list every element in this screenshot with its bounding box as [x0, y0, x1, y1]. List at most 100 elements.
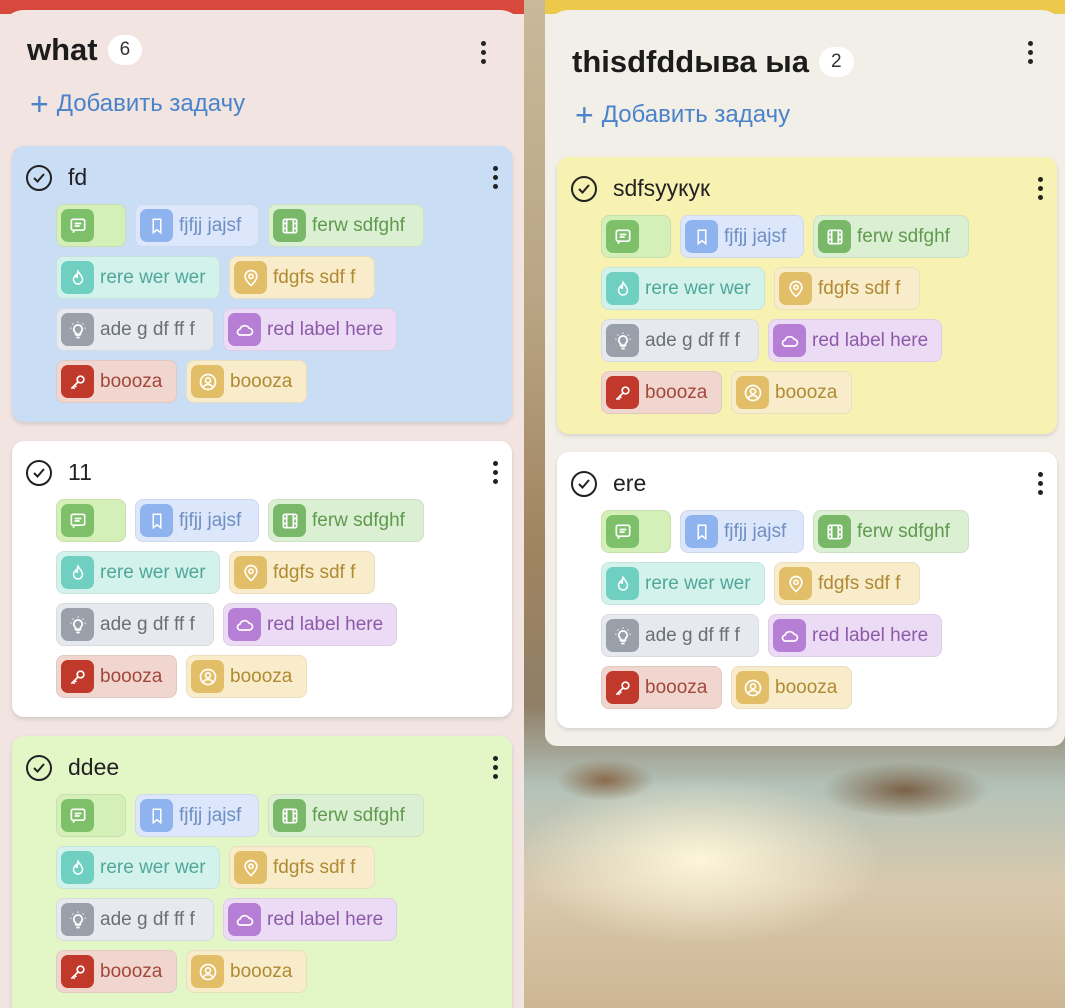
label-chip-film[interactable]: ferw sdfghf [268, 499, 424, 542]
card-menu-icon[interactable] [1038, 177, 1044, 200]
label-chip-bookmark[interactable]: fjfjj jajsf [135, 794, 259, 837]
bulb-icon [61, 903, 94, 936]
column-menu-icon[interactable] [481, 41, 487, 64]
card-menu-icon[interactable] [493, 756, 499, 779]
card-menu-icon[interactable] [1038, 472, 1044, 495]
film-icon [818, 515, 851, 548]
label-chip-user[interactable]: boooza [186, 655, 307, 698]
label-chip-cloud[interactable]: red label here [768, 319, 942, 362]
label-text: boooza [100, 960, 163, 982]
label-chip-key[interactable]: boooza [56, 950, 177, 993]
complete-check-icon[interactable] [571, 470, 597, 497]
key-icon [61, 365, 94, 398]
card-title: ere [613, 470, 647, 496]
comment-icon [606, 220, 639, 253]
label-chip-cloud[interactable]: red label here [223, 308, 397, 351]
task-card[interactable]: ere fjfjj jajsf ferw sdfghf rere wer wer fdg… [557, 452, 1057, 728]
label-chip-fire[interactable]: rere wer wer [601, 267, 765, 310]
label-text: ade g df ff f [100, 613, 195, 635]
label-chip-film[interactable]: ferw sdfghf [813, 215, 969, 258]
label-chip-key[interactable]: boooza [601, 371, 722, 414]
label-chip-bookmark[interactable]: fjfjj jajsf [135, 204, 259, 247]
user-icon [736, 376, 769, 409]
label-chip-cloud[interactable]: red label here [223, 898, 397, 941]
label-chip-film[interactable]: ferw sdfghf [268, 204, 424, 247]
pin-icon [234, 261, 267, 294]
column-accent-bar [0, 0, 524, 40]
label-chip-bookmark[interactable]: fjfjj jajsf [680, 510, 804, 553]
card-title: ddee [68, 754, 120, 780]
label-chip-key[interactable]: boooza [56, 360, 177, 403]
comments-chip[interactable] [56, 499, 126, 542]
complete-check-icon[interactable] [571, 175, 597, 202]
card-menu-icon[interactable] [493, 166, 499, 189]
key-icon [606, 376, 639, 409]
label-chip-pin[interactable]: fdgfs sdf f [229, 256, 375, 299]
label-chip-cloud[interactable]: red label here [768, 614, 942, 657]
label-chip-bulb[interactable]: ade g df ff f [56, 603, 214, 646]
film-icon [273, 504, 306, 537]
label-chip-user[interactable]: boooza [186, 360, 307, 403]
label-chip-pin[interactable]: fdgfs sdf f [229, 846, 375, 889]
label-chip-fire[interactable]: rere wer wer [56, 846, 220, 889]
add-task-button[interactable]: + Добавить задачу [575, 99, 790, 131]
bulb-icon [61, 608, 94, 641]
comments-chip[interactable] [601, 510, 671, 553]
card-header: fd [26, 164, 87, 191]
label-chip-bulb[interactable]: ade g df ff f [56, 898, 214, 941]
complete-check-icon[interactable] [26, 754, 52, 781]
label-chip-key[interactable]: boooza [56, 655, 177, 698]
label-chip-key[interactable]: boooza [601, 666, 722, 709]
label-text: ade g df ff f [645, 624, 740, 646]
card-menu-icon[interactable] [493, 461, 499, 484]
label-chip-bulb[interactable]: ade g df ff f [601, 319, 759, 362]
comments-chip[interactable] [601, 215, 671, 258]
card-header: ere [571, 470, 646, 497]
label-chip-fire[interactable]: rere wer wer [56, 256, 220, 299]
label-chip-bookmark[interactable]: fjfjj jajsf [135, 499, 259, 542]
complete-check-icon[interactable] [26, 164, 52, 191]
card-title: sdfsyукук [613, 175, 711, 201]
label-chip-user[interactable]: boooza [186, 950, 307, 993]
label-text: fjfjj jajsf [179, 509, 242, 531]
task-card[interactable]: ddee fjfjj jajsf ferw sdfghf rere wer wer fd… [12, 736, 512, 1008]
background-rocks [525, 740, 1065, 820]
label-list: fjfjj jajsf ferw sdfghf rere wer wer fdgfs … [56, 794, 496, 993]
task-count-badge: 6 [107, 35, 143, 65]
task-card[interactable]: fd fjfjj jajsf ferw sdfghf rere wer wer fdgf… [12, 146, 512, 422]
column-accent-bar [545, 0, 1065, 40]
pin-icon [234, 851, 267, 884]
fire-icon [606, 567, 639, 600]
bulb-icon [61, 313, 94, 346]
label-text: rere wer wer [645, 572, 751, 594]
label-chip-film[interactable]: ferw sdfghf [268, 794, 424, 837]
label-chip-pin[interactable]: fdgfs sdf f [774, 562, 920, 605]
column-menu-icon[interactable] [1028, 41, 1034, 64]
label-chip-bulb[interactable]: ade g df ff f [56, 308, 214, 351]
label-chip-pin[interactable]: fdgfs sdf f [774, 267, 920, 310]
label-chip-cloud[interactable]: red label here [223, 603, 397, 646]
task-card[interactable]: 11 fjfjj jajsf ferw sdfghf rere wer wer fdgf… [12, 441, 512, 717]
comment-icon [61, 209, 94, 242]
bookmark-icon [685, 220, 718, 253]
bookmark-icon [685, 515, 718, 548]
card-title: 11 [68, 459, 92, 485]
comments-chip[interactable] [56, 794, 126, 837]
column-header: what 6 [27, 32, 143, 68]
column-header: thisdfddыва ыа 2 [572, 44, 854, 80]
comments-chip[interactable] [56, 204, 126, 247]
label-chip-user[interactable]: boooza [731, 371, 852, 414]
label-chip-film[interactable]: ferw sdfghf [813, 510, 969, 553]
pin-icon [234, 556, 267, 589]
add-task-button[interactable]: + Добавить задачу [30, 88, 245, 120]
label-chip-bulb[interactable]: ade g df ff f [601, 614, 759, 657]
label-chip-user[interactable]: boooza [731, 666, 852, 709]
complete-check-icon[interactable] [26, 459, 52, 486]
label-chip-fire[interactable]: rere wer wer [601, 562, 765, 605]
task-card[interactable]: sdfsyукук fjfjj jajsf ferw sdfghf rere wer … [557, 157, 1057, 434]
label-chip-bookmark[interactable]: fjfjj jajsf [680, 215, 804, 258]
label-text: boooza [230, 960, 293, 982]
label-chip-pin[interactable]: fdgfs sdf f [229, 551, 375, 594]
label-chip-fire[interactable]: rere wer wer [56, 551, 220, 594]
label-text: boooza [775, 381, 838, 403]
